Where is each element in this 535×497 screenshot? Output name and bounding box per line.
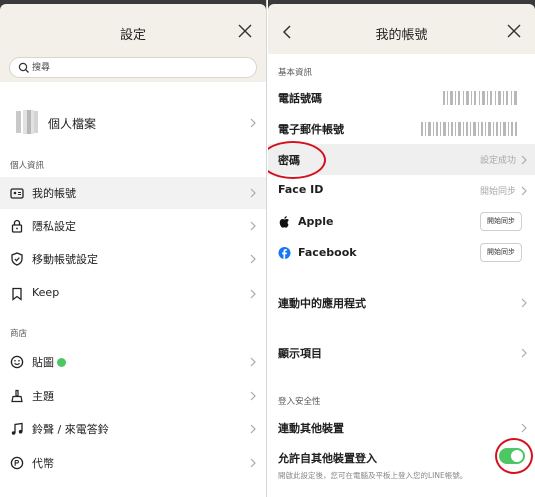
settings-header: 設定 [0,10,266,54]
facebook-row: Facebook 開始同步 [268,238,535,269]
chevron-right-icon [521,298,527,308]
sidebar-item-ringtones[interactable]: 鈴聲 / 來電答鈴 [0,413,266,445]
apple-label: Apple [298,215,334,228]
sidebar-item-label: 移動帳號設定 [32,253,98,266]
smile-icon [10,355,24,369]
search-bar-container [0,54,266,82]
facebook-sync-button[interactable]: 開始同步 [480,243,522,262]
apple-row: Apple 開始同步 [268,207,535,238]
faceid-row[interactable]: Face ID 開始同步 [268,175,535,206]
phone-number-redacted [443,91,517,105]
apple-sync-button[interactable]: 開始同步 [480,212,522,231]
apple-logo-icon [279,216,289,228]
settings-panel: 設定 個人檔案 個人資訊 我的帳 [0,0,266,497]
search-input[interactable] [32,60,212,75]
settings-title: 設定 [119,28,146,43]
chevron-right-icon [250,424,256,434]
chevron-right-icon [521,186,527,196]
sidebar-item-label: 代幣 [32,457,54,470]
coin-icon [10,456,24,470]
email-row[interactable]: 電子郵件帳號 [268,113,535,144]
phone-number-row[interactable]: 電話號碼 [268,82,535,113]
section-store: 商店 [10,329,28,339]
section-basic-info: 基本資訊 [278,68,313,78]
sidebar-item-stickers[interactable]: 貼圖 [0,346,266,378]
bookmark-icon [12,287,22,301]
section-login-security: 登入安全性 [278,397,321,407]
lock-icon [11,219,23,233]
sidebar-item-privacy[interactable]: 隱私設定 [0,210,266,242]
sidebar-item-label: 我的帳號 [32,187,76,200]
my-account-title: 我的帳號 [375,28,428,43]
sidebar-item-label: 貼圖 [32,356,54,369]
faceid-label: Face ID [278,183,324,196]
sidebar-item-account-transfer[interactable]: 移動帳號設定 [0,243,266,275]
window-top-edge [268,0,535,10]
profile-label: 個人檔案 [48,117,97,131]
section-personal-info: 個人資訊 [10,161,45,171]
music-note-icon [11,422,23,435]
chevron-right-icon [250,357,256,367]
sidebar-item-label: Keep [32,286,60,299]
shield-icon [11,252,23,266]
chevron-right-icon [250,458,256,468]
chevron-right-icon [250,118,256,128]
chevron-right-icon [250,289,256,299]
sidebar-item-label: 鈴聲 / 來電答鈴 [32,423,109,436]
brush-icon [11,389,23,403]
sidebar-item-keep[interactable]: Keep [0,278,266,310]
my-account-panel: 我的帳號 基本資訊 電話號碼 電子郵件帳號 密碼 設定成功 Face ID 開始… [268,0,535,497]
allow-login-description: 開啟此設定後，您可在電腦及平板上登入您的LINE帳號。 [278,471,468,480]
link-devices-label: 連動其他裝置 [278,422,344,435]
email-label: 電子郵件帳號 [278,123,344,136]
sidebar-item-coins[interactable]: 代幣 [0,447,266,479]
close-icon[interactable] [236,22,254,40]
facebook-logo-icon [278,246,291,260]
chevron-right-icon [250,254,256,264]
sidebar-item-label: 隱私設定 [32,220,76,233]
annotation-circle-toggle [495,438,533,474]
chevron-right-icon [250,221,256,231]
display-items-label: 顯示項目 [278,347,322,360]
faceid-status: 開始同步 [479,187,516,197]
chevron-right-icon [521,423,527,433]
linked-apps-row[interactable]: 連動中的應用程式 [268,287,535,318]
window-top-edge [0,0,266,10]
my-account-header: 我的帳號 [268,10,535,54]
id-card-icon [10,188,24,199]
link-devices-row[interactable]: 連動其他裝置 [268,412,535,443]
chevron-right-icon [521,155,527,165]
search-box[interactable] [9,57,257,78]
linked-apps-label: 連動中的應用程式 [278,297,366,310]
display-items-row[interactable]: 顯示項目 [268,337,535,368]
new-badge [57,358,66,367]
search-icon [18,62,29,73]
profile-row[interactable]: 個人檔案 [0,106,266,140]
email-redacted [421,122,517,136]
chevron-right-icon [250,188,256,198]
sidebar-item-label: 主題 [32,390,54,403]
password-status: 設定成功 [479,156,516,166]
sidebar-item-my-account[interactable]: 我的帳號 [0,177,266,209]
allow-login-label: 允許自其他裝置登入 [278,452,377,465]
phone-number-label: 電話號碼 [278,92,322,105]
sidebar-item-themes[interactable]: 主題 [0,380,266,412]
close-icon[interactable] [505,22,523,40]
facebook-label: Facebook [298,246,357,259]
profile-avatar [14,109,40,135]
chevron-right-icon [250,391,256,401]
chevron-right-icon [521,348,527,358]
